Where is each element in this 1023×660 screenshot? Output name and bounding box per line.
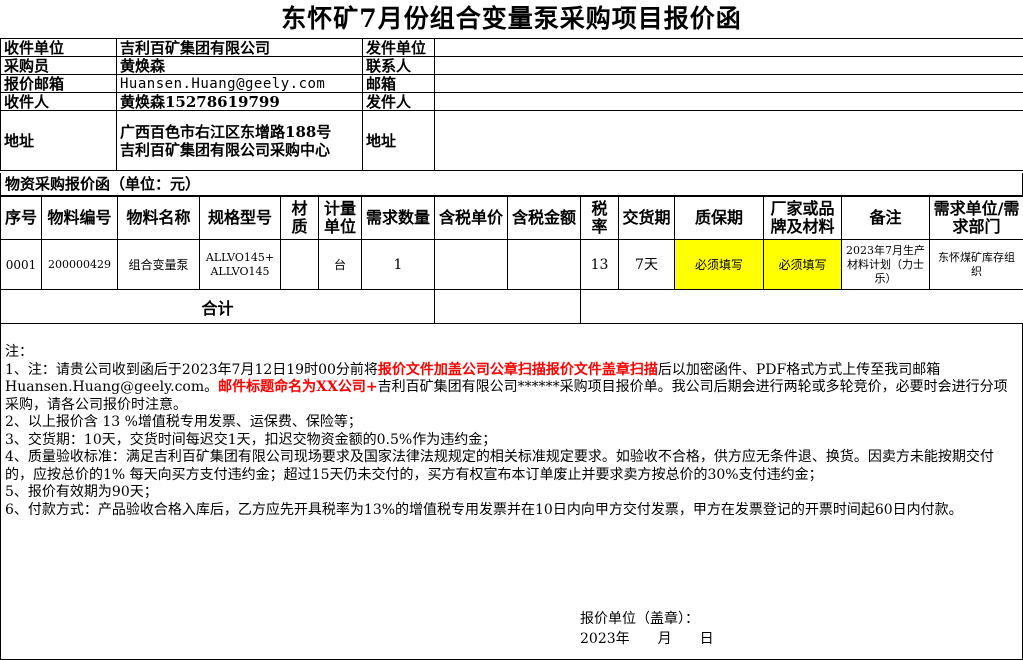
- total-row: 合计: [0, 289, 1023, 324]
- address-line-2: 吉利百矿集团有限公司采购中心: [120, 140, 331, 159]
- address-value: 广西百色市右江区东增路188号 吉利百矿集团有限公司采购中心: [116, 110, 363, 171]
- table-header-row: 序号 物料编号 物料名称 规格型号 材质 计量单位 需求数量 含税单价 含税金额…: [0, 196, 1023, 240]
- buyer-value: 黄焕森: [116, 56, 363, 75]
- email-label: 邮箱: [362, 74, 435, 93]
- note-1-part-a: 1、注：请贵公司收到函后于2023年7月12日19时00分前将: [5, 361, 378, 378]
- header-code: 物料编号: [41, 196, 118, 240]
- note-3: 3、交货期：10天，交货时间每迟交1天，扣迟交物资金额的0.5%作为违约金；: [5, 431, 497, 448]
- sender-unit-value[interactable]: [434, 38, 1023, 57]
- notes-section: 注： 1、注：请贵公司收到函后于2023年7月12日19时00分前将报价文件加盖…: [0, 323, 1023, 660]
- cell-seq: 0001: [0, 239, 42, 290]
- recipient-value: 黄焕森15278619799: [116, 92, 363, 111]
- sender-address-label: 地址: [362, 110, 435, 171]
- header-material: 材质: [280, 196, 319, 240]
- note-1-red-2: 邮件标题命名为XX公司+: [218, 379, 378, 395]
- email-value[interactable]: [434, 74, 1023, 93]
- header-unit: 计量单位: [318, 196, 362, 240]
- receiver-unit-label: 收件单位: [0, 38, 117, 57]
- cell-spec: ALLVO145+ALLVO145: [199, 239, 281, 290]
- recipient-label: 收件人: [0, 92, 117, 111]
- sender-unit-label: 发件单位: [362, 38, 435, 57]
- info-table: 收件单位 吉利百矿集团有限公司 发件单位 采购员 黄焕森 联系人 报价邮箱 Hu…: [0, 38, 1023, 171]
- header-tax-rate: 税率: [580, 196, 619, 240]
- total-amount[interactable]: [434, 289, 581, 324]
- header-delivery: 交货期: [618, 196, 675, 240]
- quote-email-label: 报价邮箱: [0, 74, 117, 93]
- sender-label: 发件人: [362, 92, 435, 111]
- section-title: 物资采购报价函（单位：元）: [0, 173, 1023, 196]
- total-label: 合计: [0, 289, 435, 324]
- contact-value[interactable]: [434, 56, 1023, 75]
- cell-delivery: 7天: [618, 239, 675, 290]
- header-seq: 序号: [0, 196, 42, 240]
- note-1: 1、注：请贵公司收到函后于2023年7月12日19时00分前将报价文件加盖公司公…: [5, 362, 1018, 415]
- cell-tax-rate: 13: [580, 239, 619, 290]
- signature-block: 报价单位（盖章）： 2023年 月 日: [580, 609, 714, 649]
- note-1-red-1: 报价文件加盖公司公章扫描报价文件盖章扫描: [377, 361, 658, 378]
- sender-address-value[interactable]: [434, 110, 1023, 171]
- header-qty: 需求数量: [361, 196, 435, 240]
- header-remark: 备注: [841, 196, 930, 240]
- header-dept: 需求单位/需求部门: [929, 196, 1023, 240]
- header-unit-price: 含税单价: [434, 196, 508, 240]
- sender-value[interactable]: [434, 92, 1023, 111]
- cell-qty: 1: [361, 239, 435, 290]
- note-4: 4、质量验收标准：满足吉利百矿集团有限公司现场要求及国家法律法规规定的相关标准规…: [5, 449, 994, 483]
- header-amount: 含税金额: [507, 196, 581, 240]
- header-warranty: 质保期: [674, 196, 764, 240]
- buyer-label: 采购员: [0, 56, 117, 75]
- header-brand: 厂家或品牌及材料: [763, 196, 842, 240]
- cell-dept: 东怀煤矿库存组织: [929, 239, 1023, 290]
- cell-amount[interactable]: [507, 239, 581, 290]
- cell-brand-required[interactable]: 必须填写: [763, 239, 842, 290]
- cell-code: 200000429: [41, 239, 118, 290]
- table-row: 0001 200000429 组合变量泵 ALLVO145+ALLVO145 台…: [0, 239, 1023, 290]
- page-title: 东怀矿7月份组合变量泵采购项目报价函: [281, 4, 742, 33]
- cell-unit-price[interactable]: [434, 239, 508, 290]
- header-name: 物料名称: [117, 196, 200, 240]
- receiver-unit-value: 吉利百矿集团有限公司: [116, 38, 363, 57]
- cell-unit: 台: [318, 239, 362, 290]
- cell-remark: 2023年7月生产材料计划（力士乐）: [841, 239, 930, 290]
- address-label: 地址: [0, 110, 117, 171]
- note-6: 6、付款方式：产品验收合格入库后，乙方应先开具税率为13%的增值税专用发票并在1…: [5, 501, 963, 518]
- items-table: 序号 物料编号 物料名称 规格型号 材质 计量单位 需求数量 含税单价 含税金额…: [0, 196, 1023, 324]
- note-5: 5、报价有效期为90天；: [5, 484, 158, 500]
- notes-heading: 注：: [5, 344, 33, 360]
- cell-material[interactable]: [280, 239, 319, 290]
- note-2: 2、以上报价含 13 %增值税专用发票、运保费、保险等；: [5, 414, 362, 430]
- signature-date: 2023年 月 日: [580, 631, 714, 647]
- quote-email-value: Huansen.Huang@geely.com: [116, 74, 363, 93]
- contact-label: 联系人: [362, 56, 435, 75]
- cell-warranty-required[interactable]: 必须填写: [674, 239, 764, 290]
- total-blank: [580, 289, 1023, 324]
- cell-name: 组合变量泵: [117, 239, 200, 290]
- quote-unit-stamp-label: 报价单位（盖章）：: [580, 611, 699, 627]
- address-line-1: 广西百色市右江区东增路188号: [120, 122, 332, 141]
- header-spec: 规格型号: [199, 196, 281, 240]
